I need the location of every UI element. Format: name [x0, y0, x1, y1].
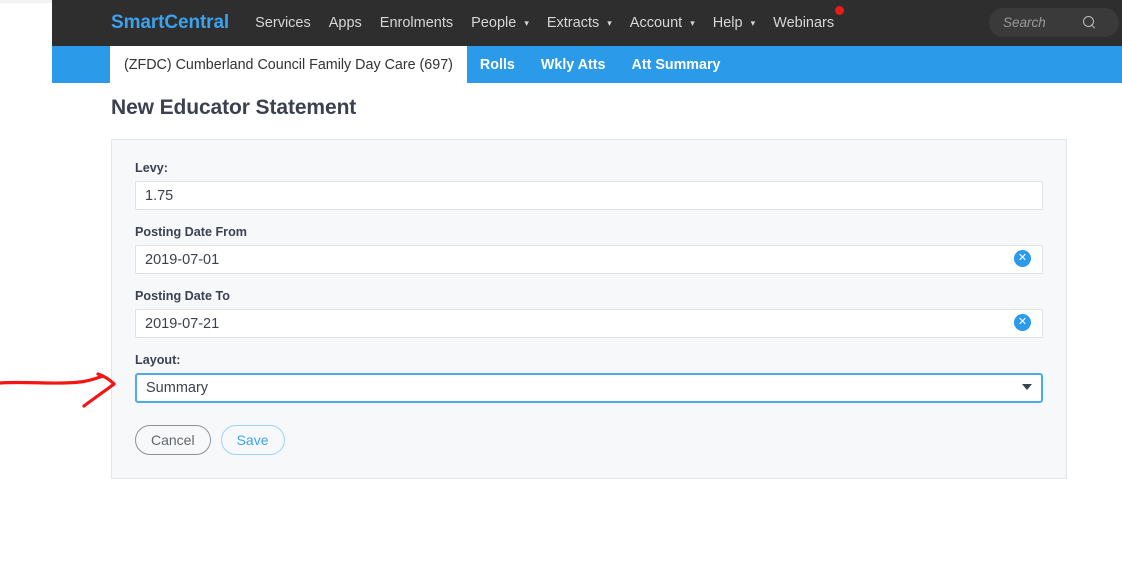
clear-posting-date-from-icon[interactable]: ✕	[1014, 250, 1031, 267]
chevron-down-icon: ▾	[524, 17, 529, 28]
cancel-button[interactable]: Cancel	[135, 425, 211, 455]
layout-label: Layout:	[135, 353, 181, 367]
field-levy: Levy:	[135, 161, 1043, 210]
service-subnav: (ZFDC) Cumberland Council Family Day Car…	[52, 46, 1122, 83]
levy-input[interactable]	[135, 181, 1043, 210]
nav-item-label: Services	[255, 15, 311, 31]
clear-posting-date-to-icon[interactable]: ✕	[1014, 314, 1031, 331]
nav-item-enrolments[interactable]: Enrolments	[371, 15, 462, 31]
subnav-tab-service[interactable]: (ZFDC) Cumberland Council Family Day Car…	[110, 46, 467, 83]
app-page: SmartCentral Services Apps Enrolments Pe…	[0, 0, 1122, 572]
nav-item-account[interactable]: Account ▾	[621, 15, 704, 31]
nav-item-extracts[interactable]: Extracts ▾	[538, 15, 621, 31]
form-card: Levy: Posting Date From ✕ Posting Date T…	[111, 139, 1067, 479]
nav-item-label: Account	[629, 15, 683, 31]
subnav-tab-att-summary[interactable]: Att Summary	[619, 46, 734, 83]
nav-item-help[interactable]: Help ▾	[704, 15, 764, 31]
save-button[interactable]: Save	[220, 425, 285, 455]
nav-item-services[interactable]: Services	[246, 15, 320, 31]
nav-item-label: Enrolments	[379, 15, 454, 31]
chevron-down-icon: ▾	[607, 17, 612, 28]
notification-dot-icon	[835, 6, 844, 15]
subnav-spacer	[52, 46, 110, 83]
posting-date-to-label: Posting Date To	[135, 289, 230, 303]
layout-select[interactable]	[135, 373, 1043, 403]
search-icon[interactable]	[1083, 15, 1097, 30]
posting-date-from-input[interactable]	[135, 245, 1043, 274]
nav-item-label: Extracts	[546, 15, 600, 31]
posting-date-from-label: Posting Date From	[135, 225, 247, 239]
nav-item-label: Webinars	[773, 15, 835, 31]
nav-item-apps[interactable]: Apps	[320, 15, 371, 31]
brand-logo[interactable]: SmartCentral	[111, 12, 229, 34]
posting-date-to-input[interactable]	[135, 309, 1043, 338]
form-actions: Cancel Save	[135, 425, 1043, 455]
search-box[interactable]	[989, 8, 1119, 37]
chevron-down-icon: ▾	[750, 17, 756, 28]
form-body: Levy: Posting Date From ✕ Posting Date T…	[112, 140, 1066, 455]
chevron-down-icon: ▾	[690, 17, 695, 28]
nav-item-webinars[interactable]: Webinars	[764, 15, 843, 31]
nav-item-label: Apps	[328, 15, 362, 31]
nav-item-label: Help	[712, 15, 743, 31]
nav-item-people[interactable]: People ▾	[462, 15, 538, 31]
field-posting-date-from: Posting Date From ✕	[135, 225, 1043, 274]
field-layout: Layout:	[135, 353, 1043, 403]
subnav-tab-rolls[interactable]: Rolls	[467, 46, 528, 83]
nav-item-label: People	[471, 15, 517, 31]
page-title: New Educator Statement	[111, 96, 357, 119]
field-posting-date-to: Posting Date To ✕	[135, 289, 1043, 338]
main-navbar: SmartCentral Services Apps Enrolments Pe…	[52, 0, 1122, 46]
levy-label: Levy:	[135, 161, 168, 175]
search-input[interactable]	[989, 14, 1081, 31]
subnav-tab-wkly-atts[interactable]: Wkly Atts	[528, 46, 619, 83]
layout-select-wrapper	[135, 373, 1043, 403]
navbar-links: Services Apps Enrolments People ▾ Extrac…	[246, 15, 843, 31]
